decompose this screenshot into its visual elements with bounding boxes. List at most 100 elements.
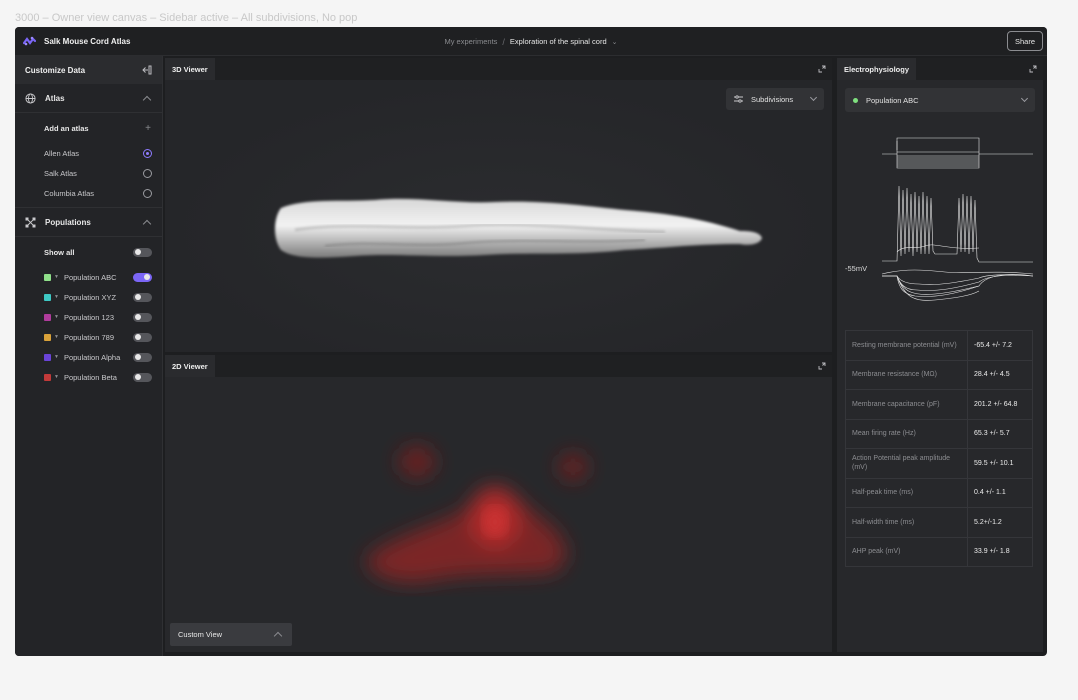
population-list: ▼ Population ABC ▼ Population XYZ ▼ Populatio… bbox=[15, 267, 162, 387]
chevron-up-icon[interactable] bbox=[142, 95, 152, 104]
chevron-up-icon[interactable] bbox=[142, 219, 152, 228]
atlas-radio-columbia[interactable] bbox=[143, 188, 152, 198]
caret-down-icon[interactable]: ▼ bbox=[54, 314, 59, 320]
population-item[interactable]: ▼ Population ABC bbox=[15, 267, 162, 287]
top-bar: Salk Mouse Cord Atlas My experiments / E… bbox=[15, 27, 1047, 56]
breadcrumb-separator: / bbox=[502, 36, 505, 47]
share-button[interactable]: Share bbox=[1007, 31, 1043, 51]
chevron-down-icon bbox=[809, 93, 818, 102]
canvas-title: 3000 – Owner view canvas – Sidebar activ… bbox=[15, 12, 358, 24]
population-item[interactable]: ▼ Population XYZ bbox=[15, 287, 162, 307]
spinal-cord-3d-model bbox=[275, 198, 762, 258]
population-select-label: Population ABC bbox=[866, 95, 919, 105]
plus-icon[interactable]: + bbox=[145, 123, 151, 134]
globe-icon bbox=[25, 92, 36, 104]
expand-icon[interactable] bbox=[818, 65, 826, 73]
ephys-metric-value: 33.9 +/- 1.8 bbox=[967, 536, 1033, 567]
ephys-metric-label: Membrane capacitance (pF) bbox=[845, 389, 968, 420]
logo[interactable]: Salk Mouse Cord Atlas bbox=[23, 36, 130, 46]
ephys-metric-value: 5.2+/-1.2 bbox=[967, 507, 1033, 538]
show-all-label: Show all bbox=[44, 247, 75, 257]
ephys-metric-value: 28.4 +/- 4.5 bbox=[967, 359, 1033, 390]
caret-down-icon[interactable]: ▼ bbox=[54, 274, 59, 280]
caret-down-icon[interactable]: ▼ bbox=[54, 374, 59, 380]
population-toggle[interactable] bbox=[133, 332, 152, 342]
population-label: Population 123 bbox=[63, 312, 114, 322]
breadcrumb-parent[interactable]: My experiments bbox=[444, 37, 497, 46]
population-toggle[interactable] bbox=[133, 312, 152, 322]
chevron-down-icon[interactable]: ⌄ bbox=[612, 38, 618, 46]
population-color-swatch[interactable] bbox=[44, 313, 51, 321]
population-label: Population 789 bbox=[63, 332, 114, 342]
population-item[interactable]: ▼ Population Alpha bbox=[15, 347, 162, 367]
populations-section-label: Populations bbox=[45, 217, 91, 227]
ephys-metric-value: 201.2 +/- 64.8 bbox=[967, 389, 1033, 420]
app-title: Salk Mouse Cord Atlas bbox=[44, 36, 131, 46]
electrophysiology-panel: Electrophysiology Population ABC -55mV R… bbox=[837, 58, 1043, 652]
sidebar: Customize Data Atlas Add an atlas + Alle… bbox=[15, 56, 163, 656]
population-label: Population Beta bbox=[63, 372, 117, 382]
population-color-swatch[interactable] bbox=[44, 373, 51, 381]
table-row: Resting membrane potential (mV) -65.4 +/-… bbox=[845, 330, 1033, 361]
viewer-3d-tabbar: 3D Viewer bbox=[165, 58, 832, 80]
population-color-dot bbox=[853, 97, 858, 103]
electrophysiology-trace: -55mV bbox=[845, 137, 1034, 301]
population-toggle[interactable] bbox=[133, 272, 152, 282]
show-all-toggle[interactable] bbox=[133, 247, 152, 257]
table-row: Action Potential peak amplitude (mV) 59.5… bbox=[845, 448, 1033, 479]
tab-2d-viewer[interactable]: 2D Viewer bbox=[165, 355, 215, 377]
caret-down-icon[interactable]: ▼ bbox=[54, 354, 59, 360]
network-icon bbox=[25, 217, 36, 227]
viewer-3d-canvas[interactable]: Subdivisions bbox=[165, 80, 832, 352]
population-color-swatch[interactable] bbox=[44, 273, 51, 281]
population-item[interactable]: ▼ Population 789 bbox=[15, 327, 162, 347]
custom-view-button[interactable]: Custom View bbox=[170, 623, 292, 646]
population-color-swatch[interactable] bbox=[44, 293, 51, 301]
breadcrumb-current[interactable]: Exploration of the spinal cord bbox=[510, 37, 607, 46]
atlas-option-label: Columbia Atlas bbox=[44, 188, 95, 198]
ephys-metric-label: Membrane resistance (MΩ) bbox=[845, 359, 968, 390]
ephys-metric-label: AHP peak (mV) bbox=[845, 536, 968, 567]
table-row: Membrane resistance (MΩ) 28.4 +/- 4.5 bbox=[845, 359, 1033, 390]
add-atlas-row[interactable]: Add an atlas + bbox=[15, 118, 162, 138]
atlas-option-allen[interactable]: Allen Atlas bbox=[15, 143, 162, 163]
population-toggle[interactable] bbox=[133, 372, 152, 382]
population-color-swatch[interactable] bbox=[44, 333, 51, 341]
atlas-option-label: Salk Atlas bbox=[44, 168, 77, 178]
sidebar-collapse-icon[interactable] bbox=[142, 65, 152, 75]
population-toggle[interactable] bbox=[133, 352, 152, 362]
tab-3d-viewer[interactable]: 3D Viewer bbox=[165, 58, 215, 80]
table-row: Mean firing rate (Hz) 65.3 +/- 5.7 bbox=[845, 418, 1033, 449]
populations-section-header[interactable]: Populations bbox=[15, 208, 162, 237]
add-atlas-label: Add an atlas bbox=[44, 123, 89, 133]
subdivisions-dropdown[interactable]: Subdivisions bbox=[726, 88, 824, 110]
atlas-option-columbia[interactable]: Columbia Atlas bbox=[15, 183, 162, 203]
viewer-2d-canvas[interactable]: Custom View bbox=[165, 377, 832, 652]
breadcrumb: My experiments / Exploration of the spin… bbox=[15, 27, 1047, 56]
show-all-row[interactable]: Show all bbox=[15, 242, 162, 262]
custom-view-label: Custom View bbox=[178, 630, 223, 639]
ephys-metric-label: Action Potential peak amplitude (mV) bbox=[845, 448, 968, 479]
expand-icon[interactable] bbox=[1029, 65, 1037, 73]
atlas-radio-salk[interactable] bbox=[143, 168, 152, 178]
caret-down-icon[interactable]: ▼ bbox=[54, 294, 59, 300]
subdivisions-label: Subdivisions bbox=[751, 94, 794, 104]
population-item[interactable]: ▼ Population 123 bbox=[15, 307, 162, 327]
table-row: Half-width time (ms) 5.2+/-1.2 bbox=[845, 507, 1033, 538]
population-select[interactable]: Population ABC bbox=[845, 88, 1035, 112]
viewer-3d-panel: 3D Viewer Subdivisions bbox=[165, 58, 832, 352]
population-toggle[interactable] bbox=[133, 292, 152, 302]
population-color-swatch[interactable] bbox=[44, 353, 51, 361]
trace-plot: -55mV bbox=[845, 126, 1035, 312]
expand-icon[interactable] bbox=[818, 362, 826, 370]
spinal-cord-2d-section bbox=[365, 446, 587, 583]
tab-electrophysiology[interactable]: Electrophysiology bbox=[837, 58, 917, 80]
atlas-option-label: Allen Atlas bbox=[44, 148, 80, 158]
population-label: Population XYZ bbox=[63, 292, 117, 302]
caret-down-icon[interactable]: ▼ bbox=[54, 334, 59, 340]
viewer-2d-panel: 2D Viewer Custom View bbox=[165, 355, 832, 652]
atlas-option-salk[interactable]: Salk Atlas bbox=[15, 163, 162, 183]
population-item[interactable]: ▼ Population Beta bbox=[15, 367, 162, 387]
atlas-radio-allen[interactable] bbox=[143, 148, 152, 158]
atlas-section-header[interactable]: Atlas bbox=[15, 84, 162, 113]
